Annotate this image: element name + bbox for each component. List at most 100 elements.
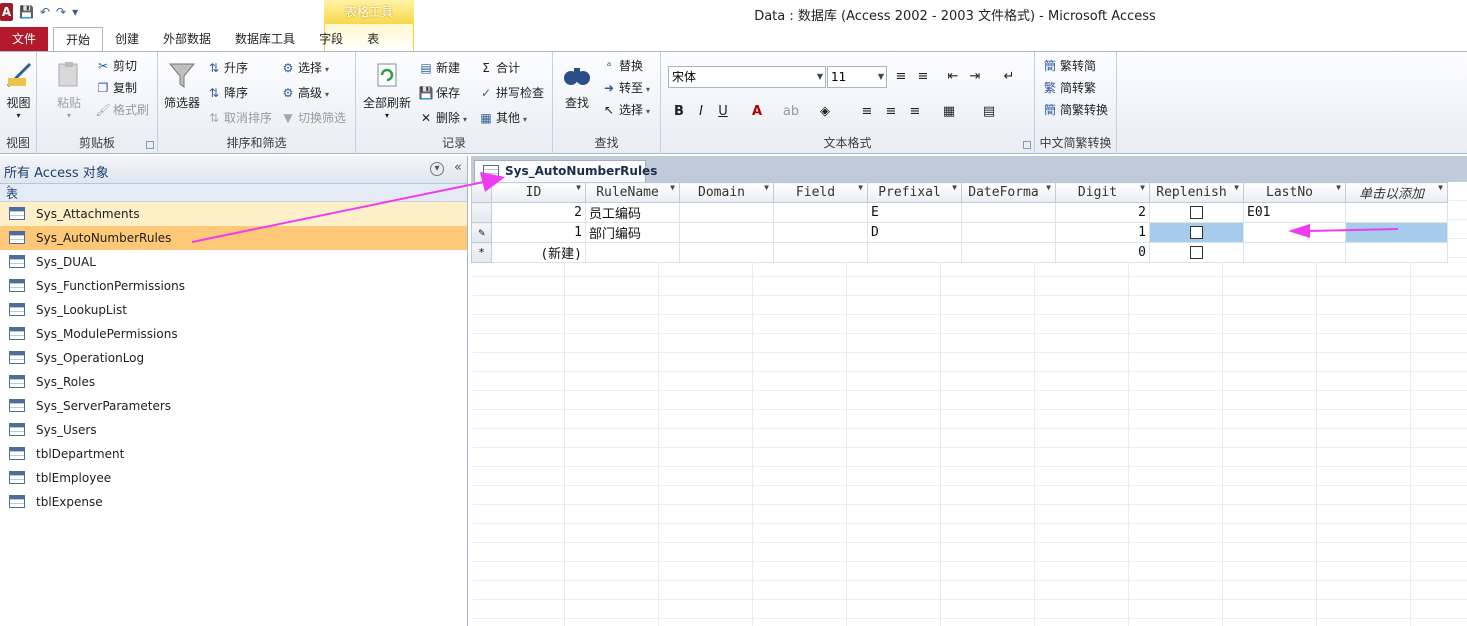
nav-pane-header[interactable]: 所有 Access 对象 ▾ « [0, 156, 467, 184]
tab-database-tools[interactable]: 数据库工具 [223, 27, 307, 52]
nav-item-sys-roles[interactable]: Sys_Roles [0, 370, 467, 394]
cell-id[interactable]: 2 [491, 202, 586, 223]
record-selector[interactable] [471, 202, 492, 223]
redo-icon[interactable]: ↷ [56, 3, 66, 21]
nav-item-tblemployee[interactable]: tblEmployee [0, 466, 467, 490]
shutter-bar-close-icon[interactable]: « [451, 161, 465, 176]
column-header-prefixal[interactable]: Prefixal ▼ [867, 182, 962, 203]
column-header-click-to-add[interactable]: 单击以添加 ▼ [1345, 182, 1448, 203]
totals-button[interactable]: Σ 合计 [478, 58, 520, 78]
collapse-section-icon[interactable]: ˄ [6, 184, 457, 197]
view-button[interactable]: 视图 ▾ [2, 60, 35, 120]
toggle-filter-button[interactable]: ▼ 切换筛选 [280, 108, 346, 128]
cell-domain[interactable] [679, 242, 774, 263]
convert-button[interactable]: 簡简繁转换 [1042, 100, 1108, 120]
underline-button[interactable]: U [713, 102, 733, 122]
column-dropdown-icon[interactable]: ▼ [1438, 184, 1443, 193]
cell-dateforma[interactable] [961, 222, 1056, 243]
fill-color-icon[interactable]: ◈ [815, 102, 835, 122]
save-icon[interactable]: 💾 [19, 3, 34, 21]
cell-digit[interactable]: 0 [1055, 242, 1150, 263]
document-tab[interactable]: Sys_AutoNumberRules [474, 160, 657, 182]
numbering-icon[interactable]: ≡ [913, 67, 933, 87]
cell-digit[interactable]: 1 [1055, 222, 1150, 243]
tab-home[interactable]: 开始 [53, 27, 104, 52]
bold-button[interactable]: B [669, 102, 689, 122]
cell-click-to-add[interactable] [1345, 242, 1448, 263]
align-right-icon[interactable]: ≡ [905, 102, 925, 122]
customize-qat-icon[interactable]: ▾ [72, 3, 78, 21]
column-header-field[interactable]: Field ▼ [773, 182, 868, 203]
column-header-replenish[interactable]: Replenish ▼ [1149, 182, 1244, 203]
column-dropdown-icon[interactable]: ▼ [1046, 184, 1051, 193]
nav-item-sys-users[interactable]: Sys_Users [0, 418, 467, 442]
nav-item-sys-attachments[interactable]: Sys_Attachments [0, 202, 467, 226]
cell-lastno[interactable] [1243, 222, 1346, 243]
cell-domain[interactable] [679, 202, 774, 223]
column-dropdown-icon[interactable]: ▼ [1234, 184, 1239, 193]
tab-external-data[interactable]: 外部数据 [151, 27, 223, 52]
highlight-color-icon[interactable]: ab [781, 102, 801, 122]
nav-menu-chevron-icon[interactable]: ▾ [430, 162, 444, 176]
gridlines-icon[interactable]: ▦ [939, 102, 959, 122]
tab-create[interactable]: 创建 [103, 27, 151, 52]
italic-button[interactable]: I [691, 102, 711, 122]
column-header-dateforma[interactable]: DateForma ▼ [961, 182, 1056, 203]
undo-icon[interactable]: ↶ [40, 3, 50, 21]
cell-digit[interactable]: 2 [1055, 202, 1150, 223]
column-dropdown-icon[interactable]: ▼ [576, 184, 581, 193]
font-size-combo[interactable]: 11 ▼ [827, 66, 887, 88]
nav-item-sys-functionpermissions[interactable]: Sys_FunctionPermissions [0, 274, 467, 298]
column-dropdown-icon[interactable]: ▼ [1140, 184, 1145, 193]
cell-lastno[interactable] [1243, 242, 1346, 263]
sort-ascending-button[interactable]: ⇅ 升序 [206, 58, 248, 78]
column-header-id[interactable]: ID ▼ [491, 182, 586, 203]
nav-item-sys-operationlog[interactable]: Sys_OperationLog [0, 346, 467, 370]
column-dropdown-icon[interactable]: ▼ [858, 184, 863, 193]
column-dropdown-icon[interactable]: ▼ [1336, 184, 1341, 193]
increase-indent-icon[interactable]: ⇥ [965, 67, 985, 87]
alternate-row-color-icon[interactable]: ▤ [979, 102, 999, 122]
cell-click-to-add[interactable] [1345, 222, 1448, 243]
goto-button[interactable]: ➜ 转至 ▾ [601, 78, 650, 98]
advanced-filter-button[interactable]: ⚙ 高级 ▾ [280, 83, 329, 103]
spelling-button[interactable]: ✓ 拼写检查 [478, 83, 544, 103]
cell-dateforma[interactable] [961, 242, 1056, 263]
cell-replenish[interactable] [1149, 222, 1244, 243]
cell-replenish[interactable] [1149, 202, 1244, 223]
table-row[interactable]: ✎ 1 部门编码 D 1 [471, 222, 1448, 243]
replenish-checkbox[interactable] [1190, 226, 1203, 239]
select-button[interactable]: ↖ 选择 ▾ [601, 100, 650, 120]
nav-item-sys-dual[interactable]: Sys_DUAL [0, 250, 467, 274]
cell-prefixal[interactable]: D [867, 222, 962, 243]
record-selector[interactable]: ✎ [471, 222, 492, 243]
remove-sort-button[interactable]: ⇅ 取消排序 [206, 108, 272, 128]
cell-field[interactable] [773, 242, 868, 263]
tab-fields[interactable]: 字段 [307, 27, 355, 52]
cell-prefixal[interactable]: E [867, 202, 962, 223]
nav-item-tblexpense[interactable]: tblExpense [0, 490, 467, 514]
cut-button[interactable]: ✂ 剪切 [95, 56, 137, 76]
cell-replenish[interactable] [1149, 242, 1244, 263]
nav-section-tables[interactable]: 表 ˄ [0, 184, 467, 202]
table-row[interactable]: * (新建) 0 [471, 242, 1448, 263]
column-header-rulename[interactable]: RuleName ▼ [585, 182, 680, 203]
nav-item-sys-lookuplist[interactable]: Sys_LookupList [0, 298, 467, 322]
column-dropdown-icon[interactable]: ▼ [670, 184, 675, 193]
more-button[interactable]: ▦ 其他 ▾ [478, 108, 527, 128]
cell-field[interactable] [773, 222, 868, 243]
paste-button[interactable]: 粘贴 ▾ [51, 60, 87, 120]
format-painter-button[interactable]: 🖌 格式刷 [95, 100, 149, 120]
cell-id[interactable]: 1 [491, 222, 586, 243]
selection-filter-button[interactable]: ⚙ 选择 ▾ [280, 58, 329, 78]
cell-rulename[interactable] [585, 242, 680, 263]
cell-lastno[interactable]: E01 [1243, 202, 1346, 223]
align-left-icon[interactable]: ≡ [857, 102, 877, 122]
column-dropdown-icon[interactable]: ▼ [764, 184, 769, 193]
copy-button[interactable]: ❐ 复制 [95, 78, 137, 98]
clipboard-launcher-icon[interactable] [146, 141, 154, 149]
nav-item-tbldepartment[interactable]: tblDepartment [0, 442, 467, 466]
trad-to-simp-button[interactable]: 簡繁转简 [1042, 56, 1096, 76]
bullets-icon[interactable]: ≡ [891, 67, 911, 87]
column-header-domain[interactable]: Domain ▼ [679, 182, 774, 203]
